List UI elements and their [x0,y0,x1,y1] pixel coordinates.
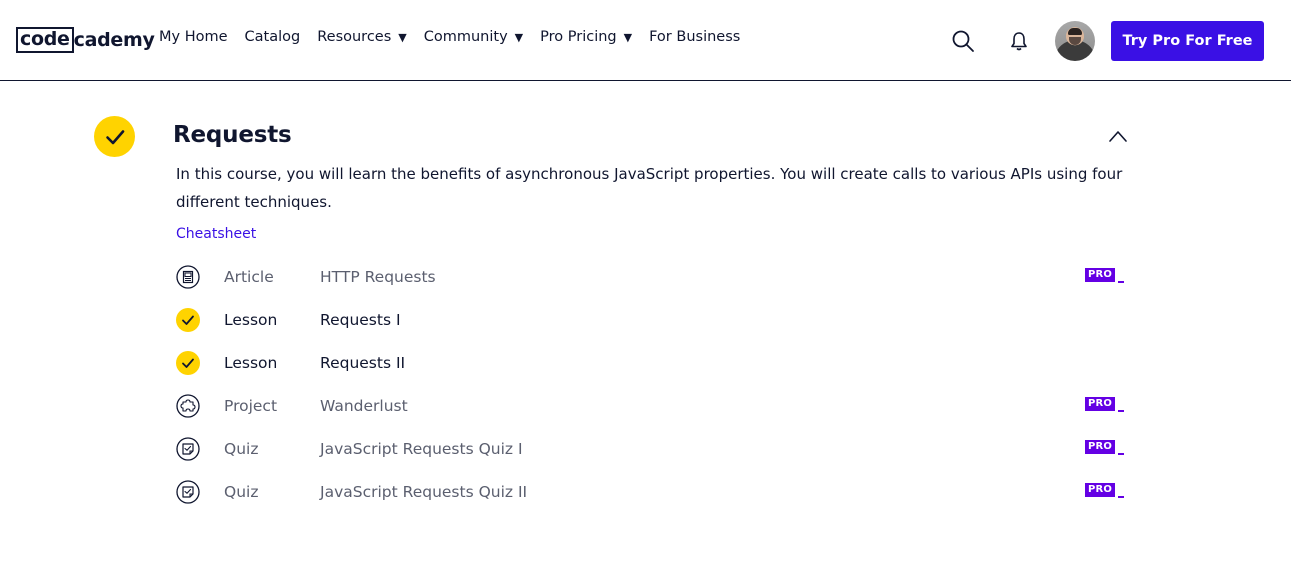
content-item-row[interactable]: Lesson Requests II [176,350,1126,376]
item-name: Requests I [320,311,401,329]
logo-code-box: code [16,27,74,53]
quiz-icon [176,480,200,504]
nav-my-home[interactable]: My Home [159,29,228,45]
nav-pro-pricing-label: Pro Pricing [540,29,617,45]
pro-badge: PRO [1085,268,1116,282]
logo-text: cademy [73,29,155,51]
caret-down-icon: ▼ [514,30,524,44]
pro-badge: PRO [1085,483,1116,497]
user-avatar[interactable] [1055,21,1095,61]
content-item-row[interactable]: Lesson Requests I [176,307,1126,333]
section-description: In this course, you will learn the benef… [176,165,1123,211]
item-name: Requests II [320,354,406,372]
main-nav: My Home Catalog Resources ▼ Community ▼ … [159,29,757,45]
item-name: JavaScript Requests Quiz II [320,483,528,501]
nav-my-home-label: My Home [159,29,228,45]
caret-down-icon: ▼ [398,30,407,44]
item-name: Wanderlust [320,397,408,415]
search-icon[interactable] [951,29,975,53]
item-type: Quiz [224,440,259,458]
section-title: Requests [173,122,292,148]
content-item-row[interactable]: Article HTTP Requests PRO [176,264,1126,290]
content-item-row[interactable]: Quiz JavaScript Requests Quiz II PRO [176,479,1126,505]
item-type: Lesson [224,354,278,372]
item-type: Quiz [224,483,259,501]
pro-badge: PRO [1085,397,1116,411]
pro-badge-underline [1118,453,1124,455]
check-icon [105,129,124,144]
try-pro-button[interactable]: Try Pro For Free [1111,21,1264,61]
nav-for-business[interactable]: For Business [649,29,740,45]
content-item-row[interactable]: Quiz JavaScript Requests Quiz I PRO [176,436,1126,462]
avatar-hair [1068,28,1082,35]
item-type: Project [224,397,278,415]
section-completed-check-icon [94,116,135,157]
check-icon [176,308,200,332]
item-name: JavaScript Requests Quiz I [320,440,523,458]
nav-for-business-label: For Business [649,29,741,45]
nav-resources-label: Resources [317,29,392,45]
item-type: Article [224,268,274,286]
content-item-row[interactable]: Project Wanderlust PRO [176,393,1126,419]
pro-badge-underline [1118,281,1124,283]
bell-icon[interactable] [1008,30,1030,52]
avatar-beard [1069,37,1081,45]
item-name: HTTP Requests [320,268,436,286]
caret-down-icon: ▼ [623,30,633,44]
pro-badge-underline [1118,496,1124,498]
nav-community-label: Community [423,29,508,45]
puzzle-icon [176,394,200,418]
quiz-icon [176,437,200,461]
nav-catalog[interactable]: Catalog [245,29,301,45]
nav-resources[interactable]: Resources ▼ [317,29,407,45]
nav-pro-pricing[interactable]: Pro Pricing ▼ [540,29,632,45]
pro-badge-underline [1118,410,1124,412]
cheatsheet-link[interactable]: Cheatsheet [176,226,256,242]
article-icon [176,265,200,289]
pro-badge: PRO [1085,440,1116,454]
nav-community[interactable]: Community ▼ [424,29,523,45]
check-icon [176,351,200,375]
item-type: Lesson [224,311,278,329]
codecademy-logo[interactable]: code cademy [16,26,155,54]
top-navigation-bar: code cademy My Home Catalog Resources ▼ C… [0,0,1291,81]
nav-catalog-label: Catalog [244,29,301,45]
chevron-up-icon[interactable] [1108,129,1128,143]
